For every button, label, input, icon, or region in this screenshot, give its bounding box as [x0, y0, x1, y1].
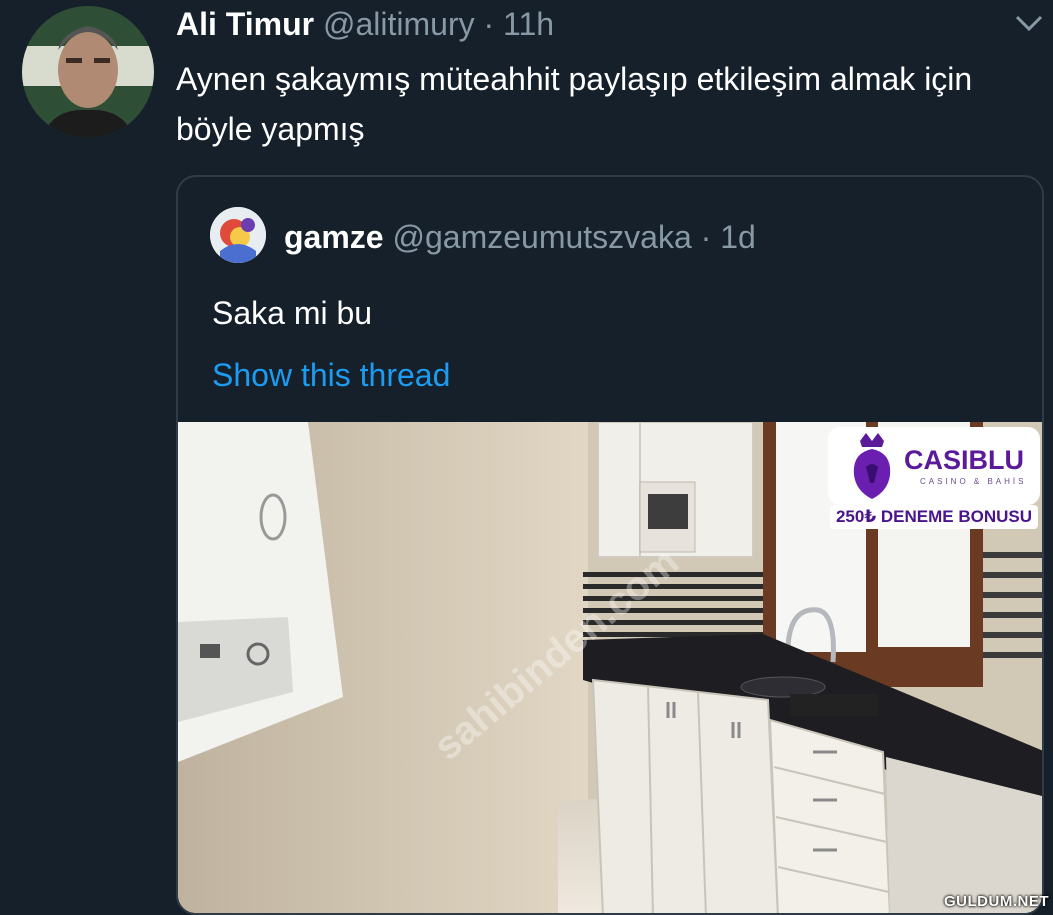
quoted-author-name[interactable]: gamze [284, 219, 384, 255]
author-name[interactable]: Ali Timur [176, 6, 314, 42]
quoted-tweet-card[interactable]: gamze @gamzeumutszvaka · 1d Saka mi bu S… [176, 175, 1044, 915]
quoted-tweet-text: Saka mi bu [212, 295, 373, 331]
show-thread-link[interactable]: Show this thread [212, 353, 450, 397]
site-credit: GULDUM.NET [944, 893, 1049, 910]
quoted-author-handle[interactable]: @gamzeumutszvaka · 1d [392, 219, 755, 255]
quoted-tweet-header: gamze @gamzeumutszvaka · 1d [284, 217, 756, 257]
ad-tagline: CASINO & BAHİS [920, 477, 1027, 486]
lion-crown-icon [853, 433, 891, 499]
author-handle[interactable]: @alitimury · 11h [323, 6, 554, 42]
ad-card: CASIBLU CASINO & BAHİS [828, 427, 1040, 505]
chevron-down-icon[interactable] [1014, 12, 1044, 34]
author-avatar[interactable] [22, 6, 154, 138]
ad-brand: CASIBLU [904, 445, 1024, 475]
ad-offer[interactable]: 250₺ DENEME BONUSU [830, 505, 1038, 529]
avatar-photo [22, 6, 154, 138]
quoted-author-avatar[interactable] [210, 207, 266, 263]
tweet-text: Aynen şakaymış müteahhit paylaşıp etkile… [176, 61, 973, 147]
ad-banner[interactable]: CASIBLU CASINO & BAHİS 250₺ DENEME BONUS… [828, 427, 1040, 529]
tweet-header: Ali Timur @alitimury · 11h [176, 4, 554, 44]
